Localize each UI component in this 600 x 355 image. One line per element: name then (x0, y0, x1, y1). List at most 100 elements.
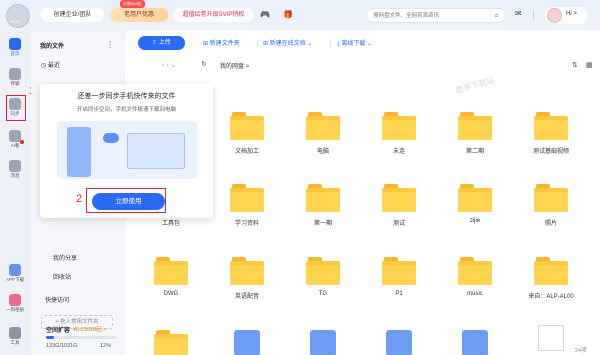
grid-item-label: TG (318, 291, 328, 297)
transfer-icon (9, 68, 21, 80)
more-icon[interactable]: ⋮ (106, 40, 114, 49)
sidebar-recycle-bin[interactable]: 回收站 (53, 272, 71, 281)
toolbar-divider (257, 39, 258, 47)
create-team-button[interactable]: 创建企业/团队 (41, 8, 104, 22)
grid-item[interactable] (217, 330, 277, 355)
popup-subtitle: 开启同步空间，手机文件极速下载到电脑 (76, 107, 176, 113)
new-doc-label: 新建在线文档 (269, 41, 306, 47)
new-folder-label: 新建文件夹 (209, 41, 240, 47)
folder-icon (458, 257, 492, 285)
folder-icon (458, 112, 492, 140)
phone-icon (9, 264, 21, 276)
grid-item[interactable]: P1 (369, 257, 429, 297)
grid-item[interactable]: 学习资料 (217, 184, 277, 227)
grid-item[interactable] (445, 330, 505, 355)
notification-dot (20, 140, 24, 144)
rail-label: APP下载 (5, 277, 24, 282)
forward-icon[interactable]: › (166, 62, 168, 69)
search-box[interactable]: ⌕ (366, 8, 506, 23)
avatar (547, 8, 562, 23)
folder-icon (306, 257, 340, 285)
sidebar-quick-access[interactable]: 快捷访问 (45, 295, 69, 304)
grid-item[interactable]: 文档加工 (217, 112, 277, 155)
sidebar-recent-label: 最近 (47, 63, 60, 69)
grid-view-icon[interactable]: ▦ (586, 61, 593, 69)
gift-icon[interactable]: 🎁 (283, 10, 293, 19)
refresh-icon[interactable]: ↻ (201, 60, 207, 68)
mail-icon[interactable]: ✉ (515, 9, 522, 18)
laptop-illustration (127, 133, 185, 169)
grid-item[interactable] (141, 330, 201, 355)
rail-home[interactable]: 首页 (0, 36, 30, 62)
sidebar-my-files[interactable]: 我的文件 (40, 41, 64, 50)
grid-item[interactable]: music (445, 257, 505, 297)
grid-item-label: 来自：ALP-AL00 (528, 294, 574, 300)
sort-icon[interactable]: ⇅ (572, 61, 578, 69)
annotation-number-2: 2 (76, 193, 83, 205)
grid-item[interactable]: 第二期 (445, 112, 505, 155)
upload-icon: ⇪ (152, 40, 159, 46)
grid-item[interactable] (293, 330, 353, 355)
cloud-icon (103, 133, 119, 143)
space-promo-link[interactable]: ¥0.03/GB起 > (73, 325, 106, 333)
folder-icon (382, 112, 416, 140)
folder-icon (230, 112, 264, 140)
sidebar-recent[interactable]: ◷ 最近 (41, 60, 60, 69)
storage-bar (46, 336, 116, 339)
rail-ai[interactable]: AI看 (0, 128, 30, 154)
grid-item-label: 测试 (392, 221, 405, 227)
tools-icon (9, 327, 21, 339)
grid-item[interactable]: 英语配音 (217, 257, 277, 300)
grid-item[interactable] (369, 330, 429, 355)
nav-arrows[interactable]: ‹ › ⌄ (162, 61, 176, 69)
breadcrumb[interactable]: 我的网盘 > (220, 61, 249, 70)
grid-item[interactable]: 测试基础视频 (521, 112, 581, 155)
watermark: 稳遂下载站 (454, 75, 496, 96)
grid-item-label: zijie (469, 218, 481, 224)
new-user-offer-button[interactable]: 老用户优惠 (110, 8, 168, 22)
grid-item[interactable] (521, 325, 581, 351)
rail-transfer[interactable]: 传输 (0, 66, 30, 92)
storage-usage: 133G/1031G (46, 343, 78, 349)
search-icon[interactable]: ⌕ (495, 11, 499, 21)
grid-item-label: P1 (395, 291, 403, 297)
offline-download-button[interactable]: ⤓ 离线下载 ⌄ (337, 38, 372, 48)
new-online-doc-button[interactable]: ⊞ 新建在线文档 ⌄ (263, 38, 312, 47)
phone-illustration (67, 127, 91, 177)
rail-label: 工具 (10, 340, 20, 345)
rail-label: 传输 (10, 81, 20, 86)
grid-item[interactable]: 电脑 (293, 112, 353, 155)
clock-icon: ◷ (41, 63, 48, 69)
doc-plus-icon: ⊞ (263, 41, 270, 47)
grid-item[interactable]: 测试 (369, 184, 429, 227)
sidebar-my-share[interactable]: 我的分享 (53, 253, 77, 262)
rail-album[interactable]: 一刻相册 (0, 294, 30, 313)
svip-promo-button[interactable]: 超值绘卷升级SVIP特权 (173, 8, 254, 22)
chevron-down-icon[interactable]: ⌄ (171, 62, 177, 69)
rail-tools[interactable]: 工具 (0, 327, 30, 346)
app-logo[interactable]: SVIP (6, 4, 30, 28)
rail-messages[interactable]: 消息 (0, 158, 30, 184)
folder-icon (230, 184, 264, 212)
gamepad-icon[interactable]: 🎮 (260, 10, 270, 19)
file-icon (310, 330, 336, 355)
rail-label: 一刻相册 (6, 307, 24, 312)
grid-item[interactable]: 未连 (369, 112, 429, 155)
grid-item[interactable]: TG (293, 257, 353, 297)
upload-button[interactable]: ⇪ 上传 (138, 36, 185, 50)
grid-item[interactable]: zijie (445, 184, 505, 224)
grid-item-label: 第二期 (465, 149, 484, 155)
grid-item[interactable]: 第一期 (293, 184, 353, 227)
grid-item[interactable]: 照片 (521, 184, 581, 227)
top-bar: SVIP 创建企业/团队 仅剩¥68起 老用户优惠 超值绘卷升级SVIP特权 🎮… (0, 0, 600, 30)
search-input[interactable] (373, 11, 485, 21)
user-menu[interactable]: Hi > (545, 7, 588, 24)
grid-item-label: 电脑 (316, 149, 329, 155)
grid-item[interactable]: 来自：ALP-AL00 (521, 257, 581, 300)
grid-item[interactable]: DWG (141, 257, 201, 297)
folder-icon (382, 184, 416, 212)
folder-icon (458, 184, 492, 212)
rail-app-download[interactable]: APP下载 (0, 264, 30, 283)
new-folder-button[interactable]: ⊞ 新建文件夹 (203, 38, 240, 47)
back-icon[interactable]: ‹ (162, 62, 164, 69)
